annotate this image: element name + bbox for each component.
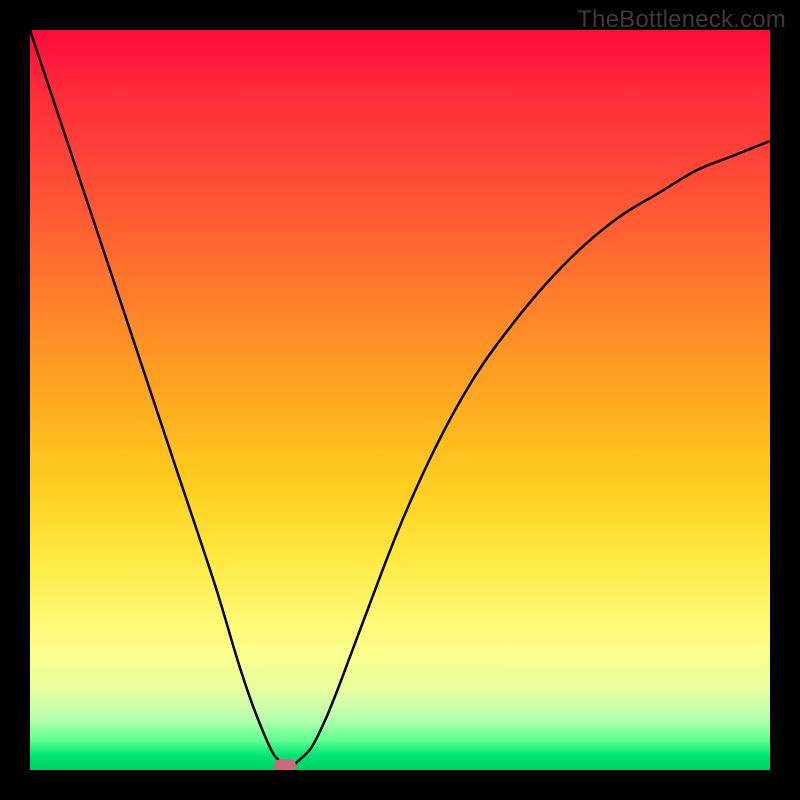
plot-area [30,30,770,770]
bottleneck-curve [30,30,770,770]
minimum-marker [274,759,296,770]
chart-frame: TheBottleneck.com [0,0,800,800]
